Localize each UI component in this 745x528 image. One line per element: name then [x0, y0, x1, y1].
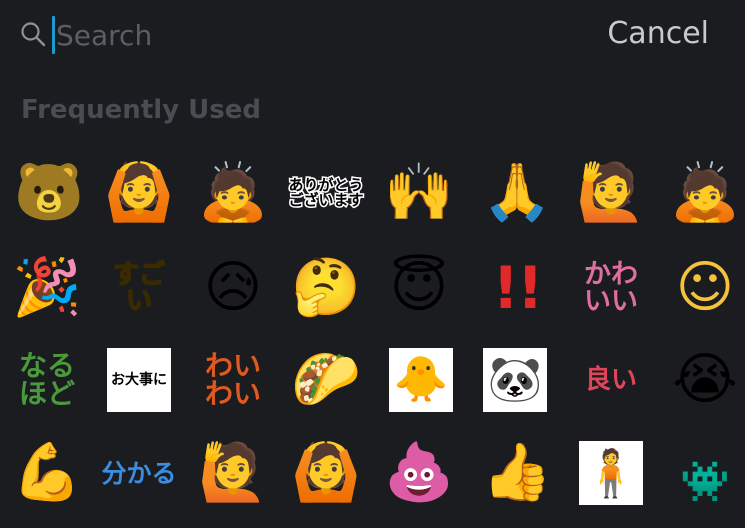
- thumbs-up-emoji[interactable]: 👍: [482, 438, 552, 508]
- search-bar: Cancel: [0, 0, 745, 72]
- naruhodo-text-emoji[interactable]: なる ほど: [12, 345, 82, 415]
- relaxed-emoji[interactable]: ☺: [670, 253, 740, 323]
- odaijini-text-emoji[interactable]: お大事に: [104, 345, 174, 415]
- yoi-text-emoji[interactable]: 良い: [576, 345, 646, 415]
- kawaii-text-emoji[interactable]: かわ いい: [576, 253, 646, 323]
- section-title: Frequently Used: [21, 95, 261, 125]
- taco-face-emoji[interactable]: 🌮: [291, 345, 361, 415]
- pixel-creature-custom-emoji[interactable]: 👾: [670, 438, 740, 508]
- arigatou-text-emoji[interactable]: ありがとう ございます: [287, 158, 365, 228]
- halo-emoji[interactable]: 😇: [384, 253, 454, 323]
- party-popper-emoji[interactable]: 🎉: [12, 253, 82, 323]
- odaijini-tile: お大事に: [107, 348, 171, 412]
- ok-gesture-emoji-2[interactable]: 🙆: [291, 438, 361, 508]
- double-exclamation-emoji[interactable]: !!: [482, 253, 552, 323]
- search-input[interactable]: [56, 14, 476, 56]
- wakaru-text-emoji[interactable]: 分かる: [102, 438, 177, 508]
- man-standing-tile: 🧍: [579, 441, 643, 505]
- panda-custom-emoji[interactable]: 🐼: [480, 345, 550, 415]
- raising-hand-emoji[interactable]: 🙋: [576, 158, 646, 228]
- sob-emoji[interactable]: 😭: [670, 345, 740, 415]
- thinking-emoji[interactable]: 🤔: [291, 253, 361, 323]
- man-standing-custom-emoji[interactable]: 🧍: [576, 438, 646, 508]
- text-caret: [52, 16, 55, 54]
- bowing-emoji-2[interactable]: 🙇: [670, 158, 740, 228]
- bird-custom-emoji[interactable]: 🐥: [386, 345, 456, 415]
- folded-hands-emoji[interactable]: 🙏: [482, 158, 552, 228]
- sugoi-text-emoji[interactable]: すごい: [104, 253, 174, 323]
- waiwai-text-emoji[interactable]: わい わい: [198, 345, 268, 415]
- cancel-button[interactable]: Cancel: [607, 16, 709, 51]
- poop-emoji[interactable]: 💩: [384, 438, 454, 508]
- search-icon: [21, 22, 46, 47]
- bear-custom-emoji[interactable]: 🐻: [14, 158, 84, 228]
- raising-hand-emoji-2[interactable]: 🙋: [198, 438, 268, 508]
- ok-gesture-emoji[interactable]: 🙆: [104, 158, 174, 228]
- sad-relieved-emoji[interactable]: 😥: [198, 253, 268, 323]
- raising-hands-emoji[interactable]: 🙌: [384, 158, 454, 228]
- panda-tile: 🐼: [483, 348, 547, 412]
- flexed-biceps-emoji[interactable]: 💪: [12, 438, 82, 508]
- bird-tile: 🐥: [389, 348, 453, 412]
- bowing-emoji[interactable]: 🙇: [198, 158, 268, 228]
